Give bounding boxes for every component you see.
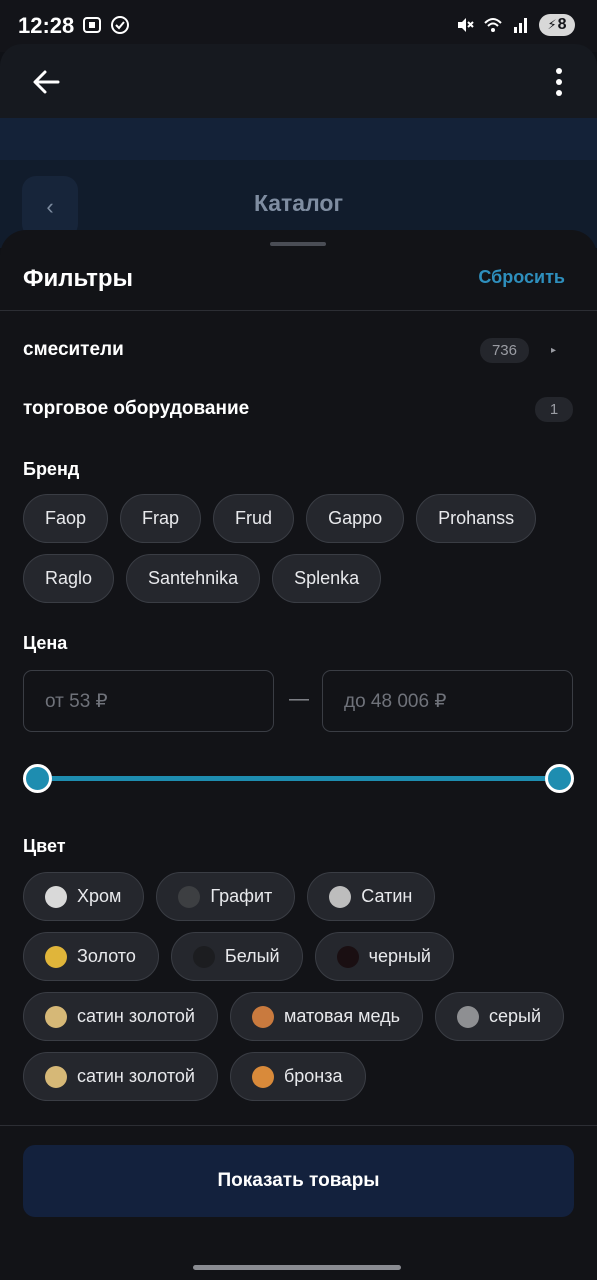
color-chips: Хром Графит Сатин Золото Белый черный сатин зо… [23, 872, 583, 1101]
color-swatch [251, 1005, 274, 1028]
color-chip-label: матовая медь [283, 1006, 400, 1026]
category-count: 1 [535, 396, 573, 422]
brand-chip[interactable]: Raglo [23, 554, 115, 603]
signal-icon [514, 18, 527, 33]
color-chip[interactable]: черный [314, 932, 454, 981]
color-chip[interactable]: сатин золотой [23, 1052, 218, 1101]
price-slider-max-thumb[interactable] [544, 764, 574, 793]
brand-chips: Faop Frap Frud Gappo Prohanss Raglo Santehnika… [23, 494, 583, 603]
show-products-button[interactable]: Показать товары [23, 1145, 574, 1217]
triangle-right-icon: ▸ [551, 344, 557, 356]
color-chip-label: сатин золотой [77, 1066, 195, 1086]
color-chip[interactable]: Графит [156, 872, 296, 921]
home-indicator [193, 1265, 401, 1270]
status-icons-right: ⚡ 8 [455, 14, 575, 36]
status-icons-left [82, 15, 130, 35]
sheet-drag-handle[interactable] [270, 242, 326, 246]
battery-icon: ⚡ 8 [539, 14, 575, 36]
brand-chip[interactable]: Santehnika [126, 554, 261, 603]
color-swatch [45, 945, 67, 968]
color-chip[interactable]: сатин золотой [23, 992, 218, 1041]
more-vertical-icon[interactable] [553, 66, 565, 98]
filters-sheet: Фильтры Сбросить смесители 736 ▸ торгово… [0, 230, 597, 1280]
brand-chip[interactable]: Prohanss [416, 494, 537, 543]
color-chip[interactable]: серый [435, 992, 565, 1041]
color-chip-label: Золото [77, 946, 136, 966]
color-chip[interactable]: Белый [170, 932, 303, 981]
price-to-input[interactable]: до 48 006 ₽ [322, 670, 573, 732]
brand-chip[interactable]: Frap [120, 494, 202, 543]
background-page-title: Каталог [253, 190, 344, 216]
battery-level: 8 [557, 16, 567, 33]
color-chip[interactable]: Золото [23, 932, 159, 981]
brand-chip[interactable]: Gappo [306, 494, 405, 543]
color-section-title: Цвет [23, 836, 66, 856]
color-swatch [178, 885, 201, 908]
category-count: 736 [479, 337, 529, 363]
price-from-placeholder: от 53 ₽ [45, 690, 108, 712]
color-chip-label: Хром [77, 886, 122, 906]
status-time: 12:28 [18, 13, 75, 38]
color-swatch [251, 1065, 274, 1088]
reset-button[interactable]: Сбросить [478, 267, 565, 288]
screenshot-icon [83, 17, 101, 33]
category-label: смесители [23, 339, 124, 360]
price-section-title: Цена [23, 633, 68, 653]
brand-section-title: Бренд [23, 459, 80, 479]
background-banner [0, 118, 597, 160]
check-circle-icon [111, 16, 129, 34]
color-swatch [45, 1065, 67, 1088]
color-chip-label: Графит [210, 886, 273, 906]
mute-icon [458, 18, 474, 32]
arrow-left-icon[interactable] [30, 66, 62, 98]
color-chip-label: серый [489, 1006, 542, 1026]
color-chip-label: бронза [283, 1066, 343, 1086]
color-chip-label: Сатин [361, 886, 413, 906]
divider [0, 1125, 597, 1126]
price-slider-track[interactable] [37, 776, 559, 781]
color-swatch [45, 885, 67, 908]
color-chip-label: черный [368, 946, 431, 966]
price-from-input[interactable]: от 53 ₽ [23, 670, 274, 732]
category-label: торговое оборудование [23, 398, 250, 419]
divider [0, 310, 597, 311]
color-chip-label: Белый [224, 946, 280, 966]
color-swatch [192, 945, 215, 968]
brand-chip[interactable]: Splenka [272, 554, 382, 603]
color-chip-label: сатин золотой [77, 1006, 195, 1026]
color-swatch [336, 945, 359, 968]
brand-chip[interactable]: Faop [23, 494, 109, 543]
color-swatch [45, 1005, 67, 1028]
color-swatch [457, 1005, 479, 1028]
color-chip[interactable]: Сатин [307, 872, 436, 921]
color-swatch [329, 885, 352, 908]
category-row-mixers[interactable]: смесители 736 ▸ [23, 330, 573, 370]
category-row-equipment[interactable]: торговое оборудование 1 [23, 389, 573, 429]
color-chip[interactable]: бронза [229, 1052, 366, 1101]
sheet-title: Фильтры [23, 265, 134, 292]
color-chip[interactable]: Хром [23, 872, 145, 921]
app-bar [0, 44, 597, 120]
price-range-dash: — [289, 688, 309, 710]
wifi-icon [484, 18, 502, 32]
price-slider-min-thumb[interactable] [22, 764, 52, 793]
price-to-placeholder: до 48 006 ₽ [344, 690, 447, 712]
color-chip[interactable]: матовая медь [229, 992, 423, 1041]
brand-chip[interactable]: Frud [213, 494, 295, 543]
